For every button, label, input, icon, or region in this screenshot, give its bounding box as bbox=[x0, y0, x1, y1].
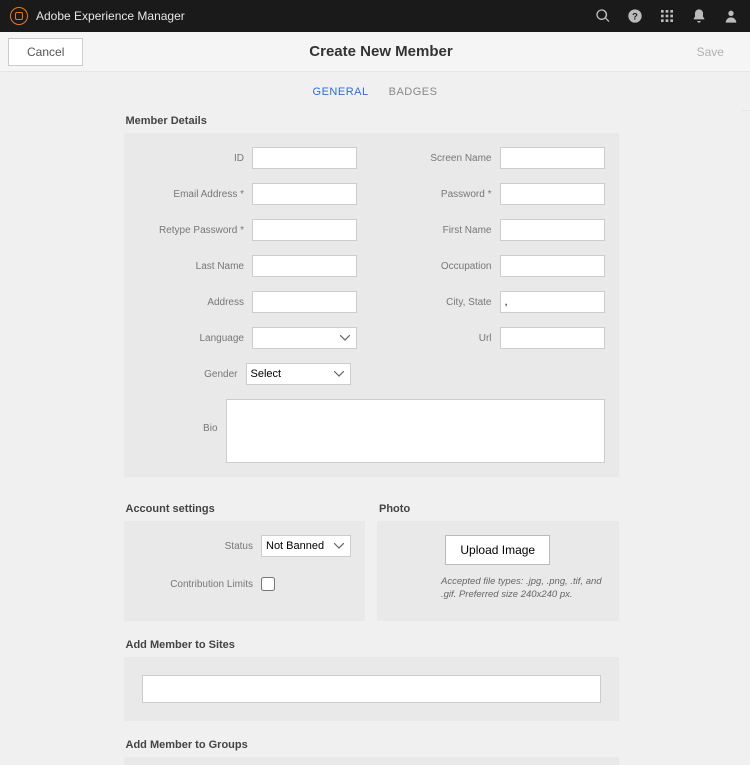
adobe-logo-icon bbox=[10, 7, 28, 25]
label-last-name: Last Name bbox=[138, 261, 245, 272]
input-first-name[interactable] bbox=[500, 219, 605, 241]
section-title-account: Account settings bbox=[126, 503, 366, 515]
input-retype-password[interactable] bbox=[252, 219, 357, 241]
textarea-bio[interactable] bbox=[226, 399, 605, 463]
save-button[interactable]: Save bbox=[679, 39, 742, 65]
label-url: Url bbox=[385, 333, 492, 344]
field-first-name: First Name bbox=[385, 219, 605, 241]
label-password: Password * bbox=[385, 189, 492, 200]
notifications-icon[interactable] bbox=[690, 7, 708, 25]
field-contribution-limits: Contribution Limits bbox=[138, 577, 352, 591]
upload-image-button[interactable]: Upload Image bbox=[445, 535, 550, 565]
input-url[interactable] bbox=[500, 327, 605, 349]
cancel-button[interactable]: Cancel bbox=[8, 38, 83, 66]
field-language: Language bbox=[138, 327, 358, 349]
checkbox-contribution-limits[interactable] bbox=[261, 577, 275, 591]
field-status: Status Not Banned bbox=[138, 535, 352, 557]
header-brand: Adobe Experience Manager bbox=[10, 7, 185, 25]
select-language[interactable] bbox=[252, 327, 357, 349]
field-city-state: City, State bbox=[385, 291, 605, 313]
search-icon[interactable] bbox=[594, 7, 612, 25]
input-last-name[interactable] bbox=[252, 255, 357, 277]
field-retype-password: Retype Password * bbox=[138, 219, 358, 241]
input-add-sites[interactable] bbox=[142, 675, 601, 703]
label-status: Status bbox=[138, 541, 254, 552]
field-url: Url bbox=[385, 327, 605, 349]
help-icon[interactable]: ? bbox=[626, 7, 644, 25]
field-occupation: Occupation bbox=[385, 255, 605, 277]
field-email: Email Address * bbox=[138, 183, 358, 205]
photo-panel: Upload Image Accepted file types: .jpg, … bbox=[377, 521, 619, 621]
groups-panel bbox=[124, 757, 619, 765]
label-gender: Gender bbox=[138, 369, 238, 380]
photo-hint: Accepted file types: .jpg, .png, .tif, a… bbox=[391, 575, 605, 602]
label-occupation: Occupation bbox=[385, 261, 492, 272]
field-last-name: Last Name bbox=[138, 255, 358, 277]
field-gender: Gender Select bbox=[138, 363, 605, 385]
label-contribution-limits: Contribution Limits bbox=[138, 579, 254, 590]
label-bio: Bio bbox=[138, 399, 218, 434]
content-wrapper: Member Details ID Screen Name Email Addr… bbox=[124, 115, 619, 765]
label-id: ID bbox=[138, 153, 245, 164]
field-address: Address bbox=[138, 291, 358, 313]
field-bio: Bio bbox=[138, 399, 605, 463]
label-city-state: City, State bbox=[385, 297, 492, 308]
label-language: Language bbox=[138, 333, 245, 344]
label-retype-password: Retype Password * bbox=[138, 225, 245, 236]
action-bar: Cancel Create New Member Save bbox=[0, 32, 750, 72]
section-title-photo: Photo bbox=[379, 503, 619, 515]
section-title-member-details: Member Details bbox=[126, 115, 619, 127]
section-title-sites: Add Member to Sites bbox=[126, 639, 619, 651]
global-header: Adobe Experience Manager ? bbox=[0, 0, 750, 32]
label-first-name: First Name bbox=[385, 225, 492, 236]
input-email[interactable] bbox=[252, 183, 357, 205]
field-screen-name: Screen Name bbox=[385, 147, 605, 169]
input-password[interactable] bbox=[500, 183, 605, 205]
content-scroll[interactable]: Member Details ID Screen Name Email Addr… bbox=[0, 105, 742, 765]
app-name: Adobe Experience Manager bbox=[36, 9, 185, 23]
sites-panel bbox=[124, 657, 619, 721]
input-city-state[interactable] bbox=[500, 291, 605, 313]
member-details-panel: ID Screen Name Email Address * Password … bbox=[124, 133, 619, 477]
label-address: Address bbox=[138, 297, 245, 308]
section-title-groups: Add Member to Groups bbox=[126, 739, 619, 751]
input-screen-name[interactable] bbox=[500, 147, 605, 169]
input-address[interactable] bbox=[252, 291, 357, 313]
user-icon[interactable] bbox=[722, 7, 740, 25]
input-occupation[interactable] bbox=[500, 255, 605, 277]
header-actions: ? bbox=[594, 7, 740, 25]
label-email: Email Address * bbox=[138, 189, 245, 200]
label-screen-name: Screen Name bbox=[385, 153, 492, 164]
account-panel: Status Not Banned Contribution Limits bbox=[124, 521, 366, 621]
input-id[interactable] bbox=[252, 147, 357, 169]
field-id: ID bbox=[138, 147, 358, 169]
page-title: Create New Member bbox=[309, 43, 452, 60]
field-password: Password * bbox=[385, 183, 605, 205]
svg-text:?: ? bbox=[632, 11, 638, 21]
select-gender[interactable]: Select bbox=[246, 363, 351, 385]
apps-icon[interactable] bbox=[658, 7, 676, 25]
select-status[interactable]: Not Banned bbox=[261, 535, 351, 557]
